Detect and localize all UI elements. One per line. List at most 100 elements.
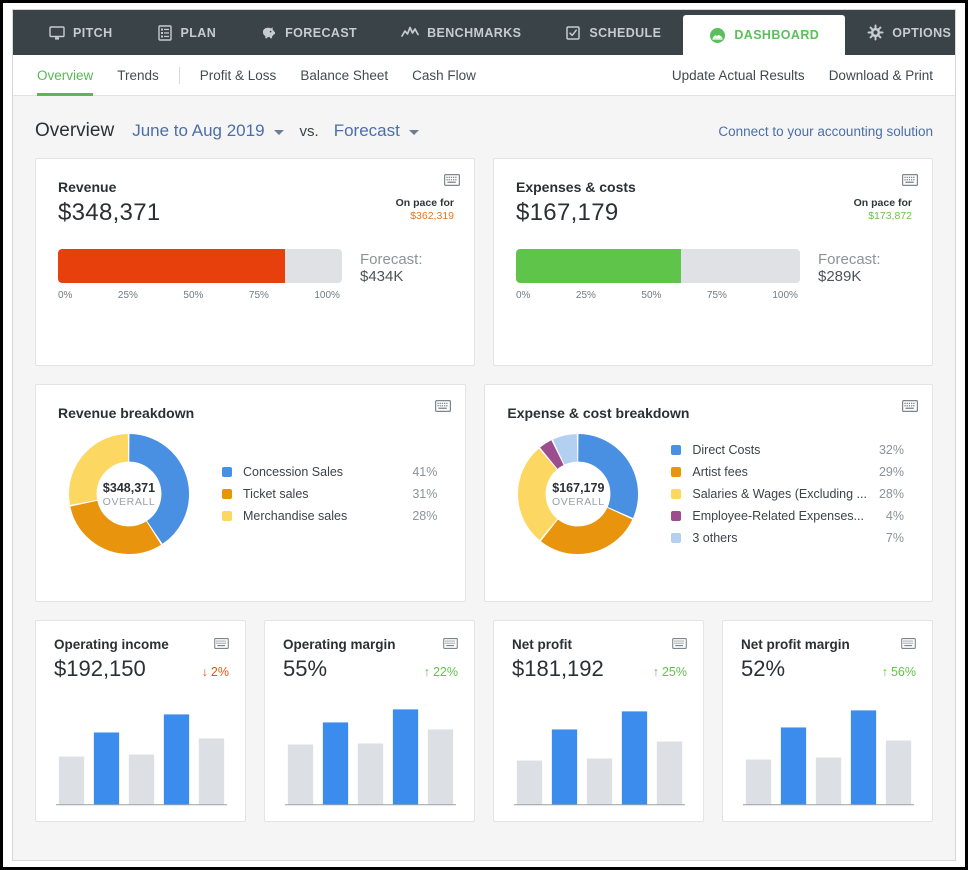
revenue-card-title: Revenue — [58, 179, 117, 195]
metric-bar-chart — [54, 696, 229, 811]
checkbox-calendar-icon — [565, 25, 581, 41]
metric-value-row: $192,150 ↓ 2% — [54, 656, 229, 682]
keyboard-icon[interactable] — [902, 399, 919, 417]
metric-card-title: Operating income — [54, 637, 169, 652]
keyboard-icon[interactable] — [444, 173, 461, 191]
metric-card-title: Net profit margin — [741, 637, 850, 652]
expenses-card: Expenses & costs $167,179 On pace for $1… — [493, 158, 933, 366]
period-selector-label: June to Aug 2019 — [132, 121, 265, 140]
keyboard-icon[interactable] — [214, 636, 229, 654]
bar-actual — [392, 709, 419, 805]
period-selector[interactable]: June to Aug 2019 — [132, 121, 284, 141]
tab-balance-sheet[interactable]: Balance Sheet — [288, 55, 400, 95]
bar-forecast — [815, 757, 842, 805]
legend-swatch — [671, 533, 682, 543]
bar-actual — [93, 732, 120, 805]
gauge-icon — [709, 27, 726, 44]
list-document-icon — [157, 24, 173, 41]
gear-icon — [867, 24, 884, 41]
revenue-card: Revenue $348,371 On pace for $362,319 0%… — [35, 158, 475, 366]
legend-row[interactable]: 3 others 7% — [671, 527, 904, 549]
nav-label-forecast: FORECAST — [285, 25, 358, 40]
compare-selector-label: Forecast — [333, 121, 400, 140]
app-container: PITCH PLAN FORECAST BENCHMARKS SCHEDULE — [12, 9, 956, 861]
legend-row[interactable]: Ticket sales 31% — [222, 483, 437, 505]
compare-selector[interactable]: Forecast — [334, 121, 419, 141]
bar-actual — [322, 722, 349, 805]
nav-item-pitch[interactable]: PITCH — [27, 10, 135, 55]
expenses-axis-ticks: 0% 25% 50% 75% 100% — [516, 290, 800, 301]
revenue-forecast-value: $434K — [360, 268, 404, 285]
revenue-pace: On pace for $362,319 — [396, 197, 454, 222]
bar-actual — [163, 714, 190, 805]
legend-row[interactable]: Direct Costs 32% — [671, 439, 904, 461]
metric-card: Operating margin 55% ↑ 22% — [264, 620, 475, 822]
nav-item-benchmarks[interactable]: BENCHMARKS — [379, 10, 543, 55]
keyboard-icon[interactable] — [443, 636, 458, 654]
expense-breakdown-card: Expense & cost breakdown $167,179 OVERAL… — [484, 384, 933, 602]
legend-row[interactable]: Artist fees 29% — [671, 461, 904, 483]
nav-item-plan[interactable]: PLAN — [135, 10, 239, 55]
nav-item-options[interactable]: OPTIONS — [845, 10, 955, 55]
piggy-bank-icon — [260, 25, 277, 41]
legend-row[interactable]: Concession Sales 41% — [222, 461, 437, 483]
metric-card-title: Operating margin — [283, 637, 396, 652]
legend-row[interactable]: Salaries & Wages (Excluding ... 28% — [671, 483, 904, 505]
breakdown-cards-row: Revenue breakdown $348,371 OVERALL Conce… — [35, 384, 933, 602]
expenses-pace-value: $173,872 — [868, 210, 912, 222]
tab-cash-flow[interactable]: Cash Flow — [400, 55, 488, 95]
legend-percent: 41% — [412, 464, 438, 479]
revenue-legend: Concession Sales 41% Ticket sales 31% Mercha… — [222, 461, 443, 527]
arrow-up-icon: ↑ — [881, 665, 888, 679]
nav-item-dashboard[interactable]: DASHBOARD — [683, 15, 846, 55]
download-and-print-link[interactable]: Download & Print — [829, 68, 933, 83]
keyboard-icon[interactable] — [901, 636, 916, 654]
tab-profit-and-loss[interactable]: Profit & Loss — [188, 55, 289, 95]
chevron-down-icon — [408, 129, 419, 135]
metric-amount: $192,150 — [54, 656, 146, 681]
bar-forecast — [427, 729, 454, 805]
bar-forecast — [745, 759, 772, 805]
expense-breakdown-chart-area: $167,179 OVERALL Direct Costs 32% Artist f… — [507, 433, 910, 555]
keyboard-icon[interactable] — [902, 173, 919, 191]
bar-actual — [621, 711, 648, 805]
revenue-progress-area: 0% 25% 50% 75% 100% Forecast: $434K — [58, 249, 452, 301]
revenue-breakdown-card: Revenue breakdown $348,371 OVERALL Conce… — [35, 384, 467, 602]
metric-delta-value: 56% — [890, 665, 916, 679]
update-actual-results-link[interactable]: Update Actual Results — [672, 68, 805, 83]
expenses-forecast-label: Forecast: — [818, 251, 881, 268]
legend-percent: 4% — [885, 508, 904, 523]
vs-label: vs. — [299, 122, 319, 140]
legend-swatch — [222, 467, 232, 477]
metric-card: Net profit $181,192 ↑ 25% — [493, 620, 704, 822]
keyboard-icon[interactable] — [435, 399, 452, 417]
page-title: Overview — [35, 120, 115, 141]
revenue-progress-column: 0% 25% 50% 75% 100% — [58, 249, 342, 301]
bar-actual — [551, 729, 578, 805]
nav-item-forecast[interactable]: FORECAST — [238, 10, 379, 55]
legend-label: Artist fees — [692, 464, 748, 479]
tab-overview[interactable]: Overview — [35, 55, 105, 96]
revenue-breakdown-chart-area: $348,371 OVERALL Concession Sales 41% Tick… — [58, 433, 443, 555]
metric-value-row: 55% ↑ 22% — [283, 656, 458, 682]
expenses-forecast-value: $289K — [818, 268, 862, 285]
revenue-amount: $348,371 — [58, 199, 161, 226]
legend-label: Merchandise sales — [243, 508, 348, 523]
legend-swatch — [671, 445, 682, 455]
legend-row[interactable]: Employee-Related Expenses... 4% — [671, 505, 904, 527]
bar-actual — [780, 727, 807, 805]
metric-value-row: 52% ↑ 56% — [741, 656, 916, 682]
nav-item-schedule[interactable]: SCHEDULE — [543, 10, 683, 55]
connect-accounting-link[interactable]: Connect to your accounting solution — [718, 124, 933, 139]
revenue-axis-ticks: 0% 25% 50% 75% 100% — [58, 290, 342, 301]
legend-row[interactable]: Merchandise sales 28% — [222, 505, 437, 527]
metric-delta: ↓ 2% — [202, 665, 229, 679]
legend-label: Ticket sales — [243, 486, 309, 501]
legend-percent: 7% — [885, 530, 904, 545]
bar-forecast — [58, 756, 85, 805]
page-header: Overview June to Aug 2019 vs. Forecast C… — [35, 96, 933, 158]
tick-label: 75% — [706, 290, 727, 301]
dashboard-body: Overview June to Aug 2019 vs. Forecast C… — [13, 96, 955, 860]
keyboard-icon[interactable] — [672, 636, 687, 654]
tab-trends[interactable]: Trends — [105, 55, 171, 95]
